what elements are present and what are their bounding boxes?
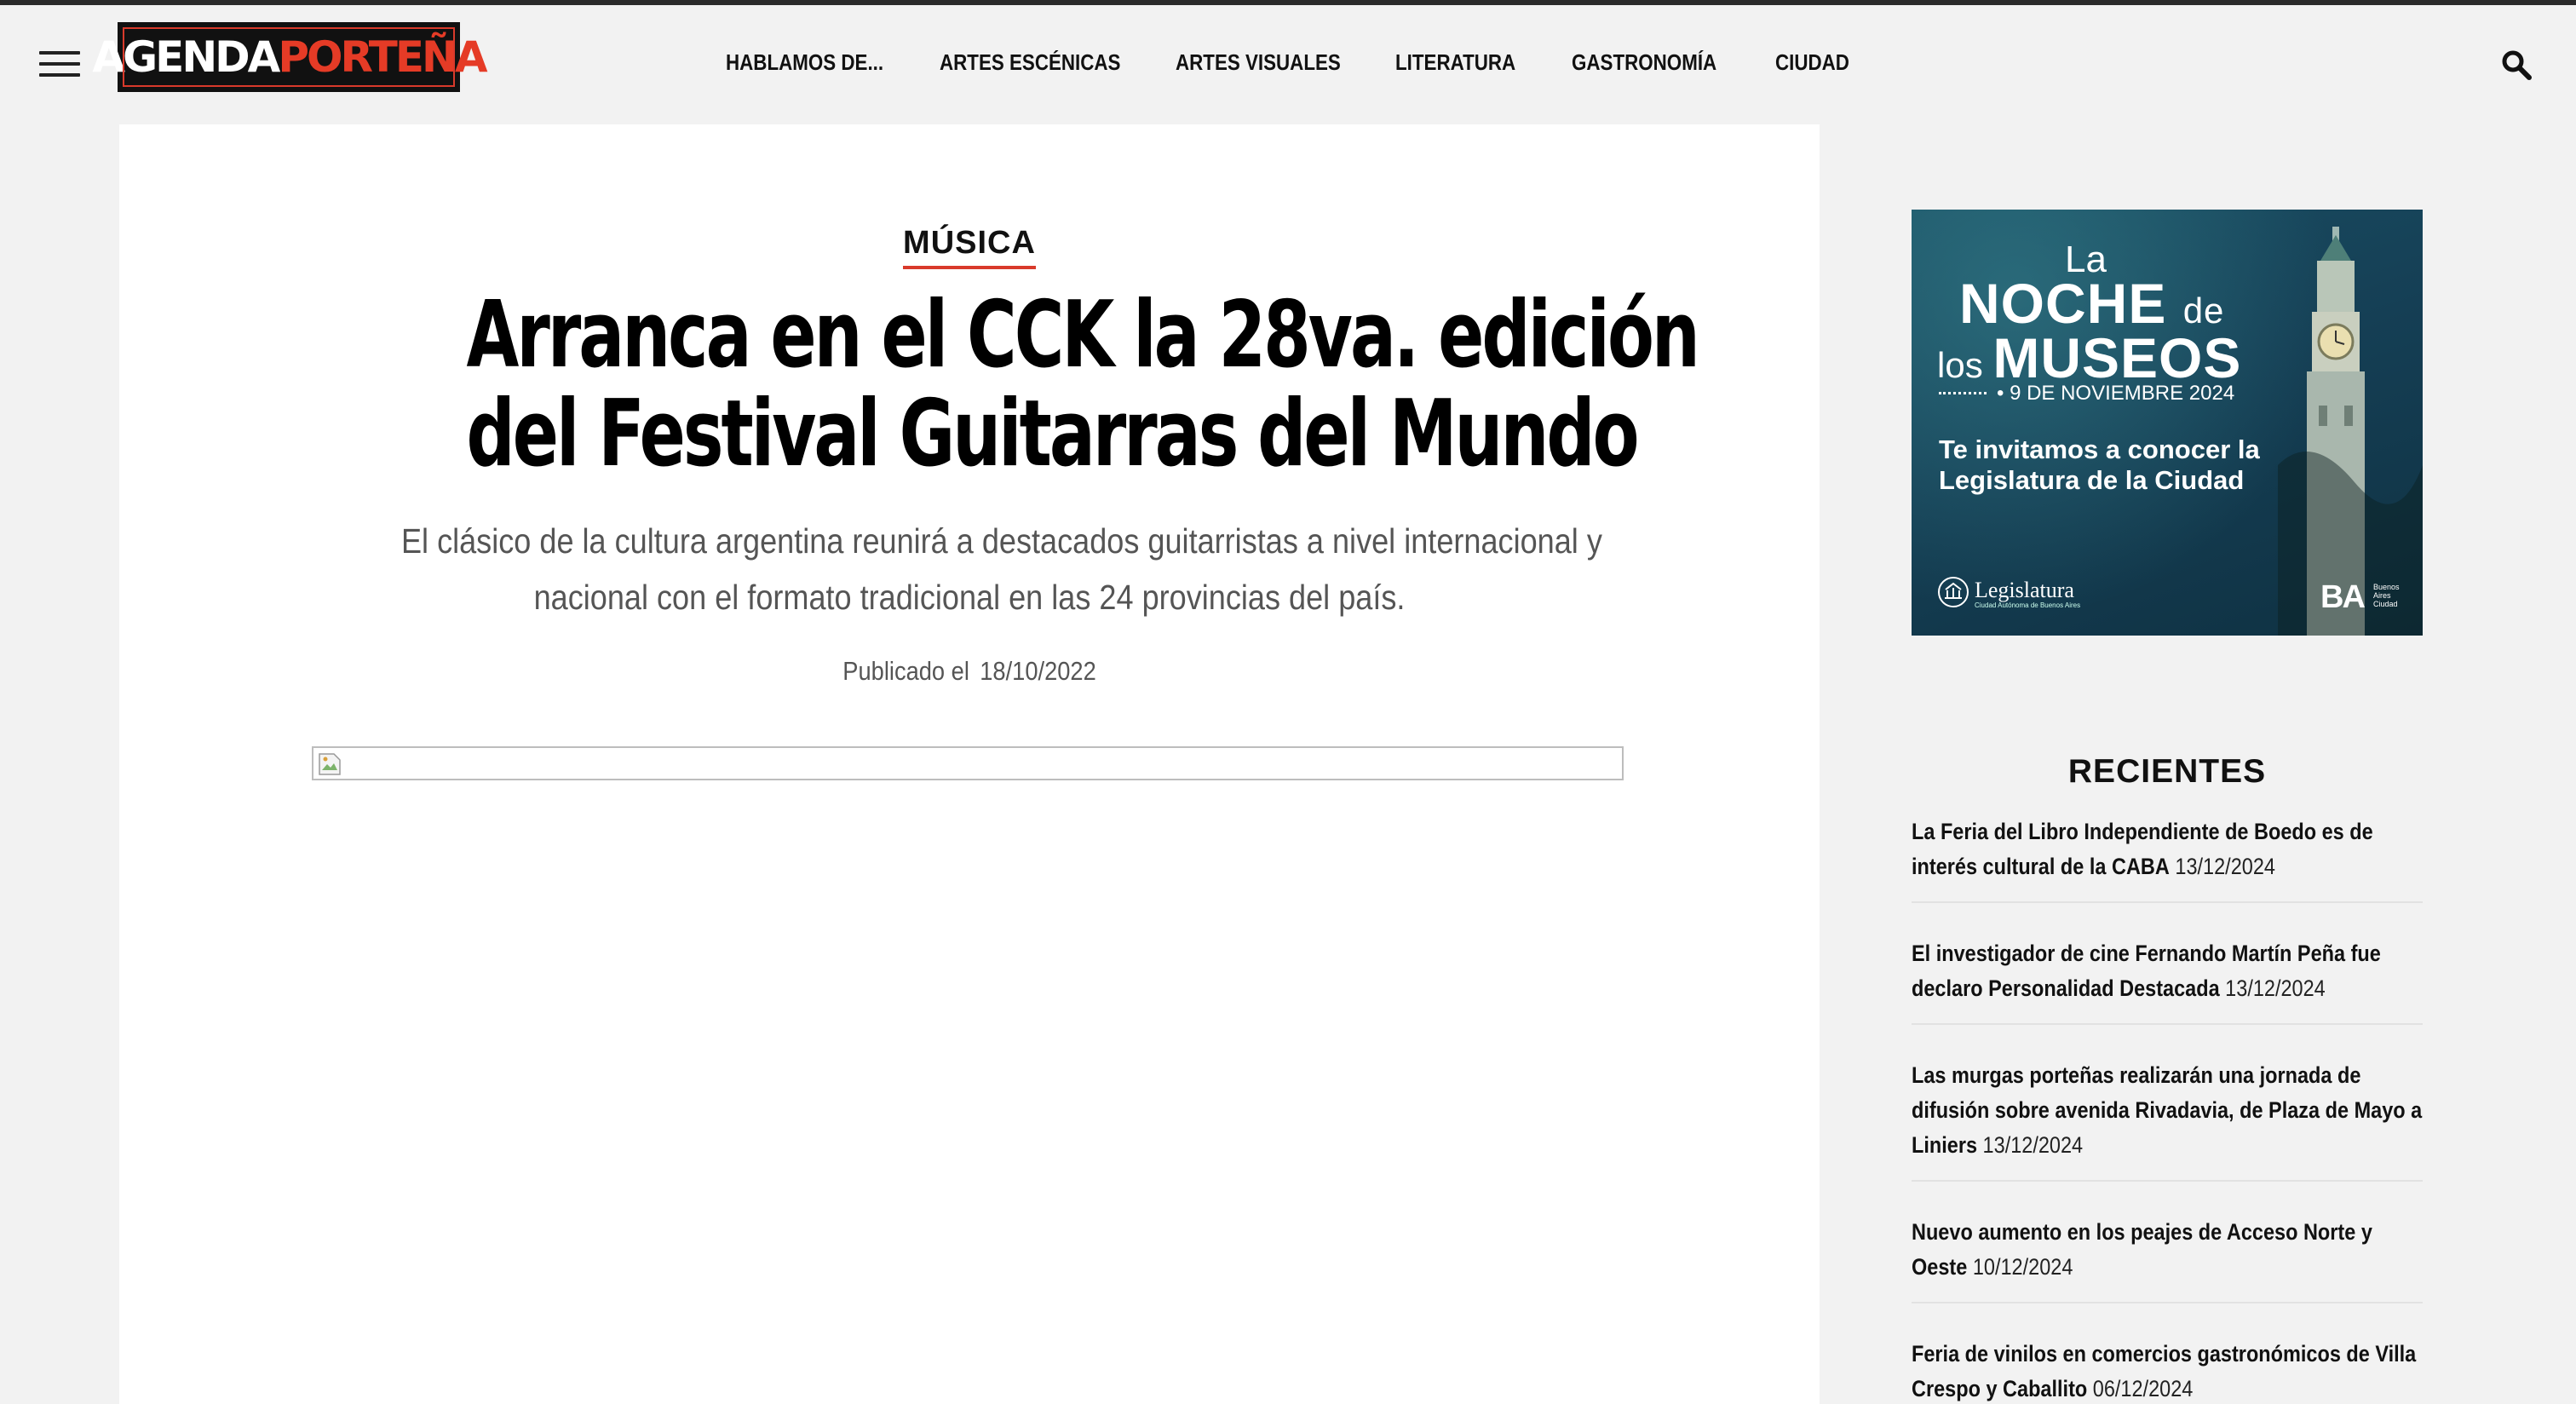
legislatura-logo-icon bbox=[1938, 577, 1969, 607]
published-date: 18/10/2022 bbox=[980, 656, 1096, 686]
ad-date: • 9 DE NOVIEMBRE 2024 bbox=[1997, 382, 2235, 405]
recent-article-date: 13/12/2024 bbox=[2225, 975, 2326, 1001]
article-published: Publicado el 18/10/2022 bbox=[119, 656, 1820, 687]
recent-article-date: 10/12/2024 bbox=[1972, 1254, 2073, 1280]
article-title-line-1: Arranca en el CCK la 28va. edición bbox=[466, 282, 1699, 388]
article-subtitle-line-2: nacional con el formato tradicional en l… bbox=[533, 578, 1406, 617]
recent-article-link[interactable]: La Feria del Libro Independiente de Boed… bbox=[1912, 819, 2373, 879]
nav-item-gastronomia[interactable]: GASTRONOMÍA bbox=[1572, 49, 1716, 76]
top-border bbox=[0, 0, 2576, 5]
nav-item-hablamos-de[interactable]: HABLAMOS DE... bbox=[726, 49, 883, 76]
nav-item-literatura[interactable]: LITERATURA bbox=[1395, 49, 1515, 76]
ad-legislatura: Legislatura bbox=[1975, 578, 2074, 602]
article-card: MÚSICA Arranca en el CCK la 28va. edició… bbox=[119, 124, 1820, 1404]
published-label: Publicado el bbox=[842, 656, 969, 686]
list-item: La Feria del Libro Independiente de Boed… bbox=[1912, 814, 2423, 903]
list-item: Feria de vinilos en comercios gastronómi… bbox=[1912, 1337, 2423, 1404]
ad-los: los bbox=[1937, 345, 1983, 385]
main-nav: HABLAMOS DE... ARTES ESCÉNICAS ARTES VIS… bbox=[0, 49, 2576, 80]
ad-invite-text: Te invitamos a conocer la Legislatura de… bbox=[1939, 434, 2260, 495]
list-item: Las murgas porteñas realizarán una jorna… bbox=[1912, 1058, 2423, 1182]
ad-ba-sub: Buenos Aires Ciudad bbox=[2373, 583, 2400, 608]
article-image bbox=[312, 746, 1624, 780]
ad-museos-word: MUSEOS bbox=[1992, 326, 2242, 389]
ad-ba-logo: BA bbox=[2320, 579, 2366, 615]
nav-item-artes-escenicas[interactable]: ARTES ESCÉNICAS bbox=[940, 49, 1120, 76]
tower-illustration bbox=[2278, 227, 2423, 636]
recent-article-date: 06/12/2024 bbox=[2092, 1376, 2194, 1401]
article-subtitle-line-1: El clásico de la cultura argentina reuni… bbox=[400, 521, 1602, 561]
nav-item-ciudad[interactable]: CIUDAD bbox=[1775, 49, 1849, 76]
list-item: El investigador de cine Fernando Martín … bbox=[1912, 936, 2423, 1025]
category-link[interactable]: MÚSICA bbox=[903, 225, 1036, 269]
recientes-title: RECIENTES bbox=[2067, 753, 2267, 790]
ad-dotted-line bbox=[1939, 392, 1987, 394]
search-icon[interactable] bbox=[2499, 48, 2533, 82]
article-subtitle: El clásico de la cultura argentina reuni… bbox=[324, 513, 1615, 625]
recent-article-date: 13/12/2024 bbox=[2175, 854, 2275, 879]
broken-image-icon bbox=[319, 753, 341, 775]
ad-de: de bbox=[2182, 291, 2225, 331]
nav-item-artes-visuales[interactable]: ARTES VISUALES bbox=[1176, 49, 1341, 76]
ad-banner-noche-de-los-museos[interactable]: La NOCHE de los MUSEOS • 9 DE NOVIEMBRE … bbox=[1912, 210, 2423, 636]
recent-article-date: 13/12/2024 bbox=[1982, 1132, 2084, 1158]
article-category: MÚSICA bbox=[119, 225, 1820, 269]
ad-legislatura-sub: Ciudad Autónoma de Buenos Aires bbox=[1975, 601, 2081, 609]
ad-museos: los MUSEOS bbox=[1937, 325, 2241, 390]
article-title: Arranca en el CCK la 28va. edición del F… bbox=[290, 282, 1699, 487]
list-item: Nuevo aumento en los peajes de Acceso No… bbox=[1912, 1215, 2423, 1303]
article-title-line-2: del Festival Guitarras del Mundo bbox=[466, 381, 1639, 487]
